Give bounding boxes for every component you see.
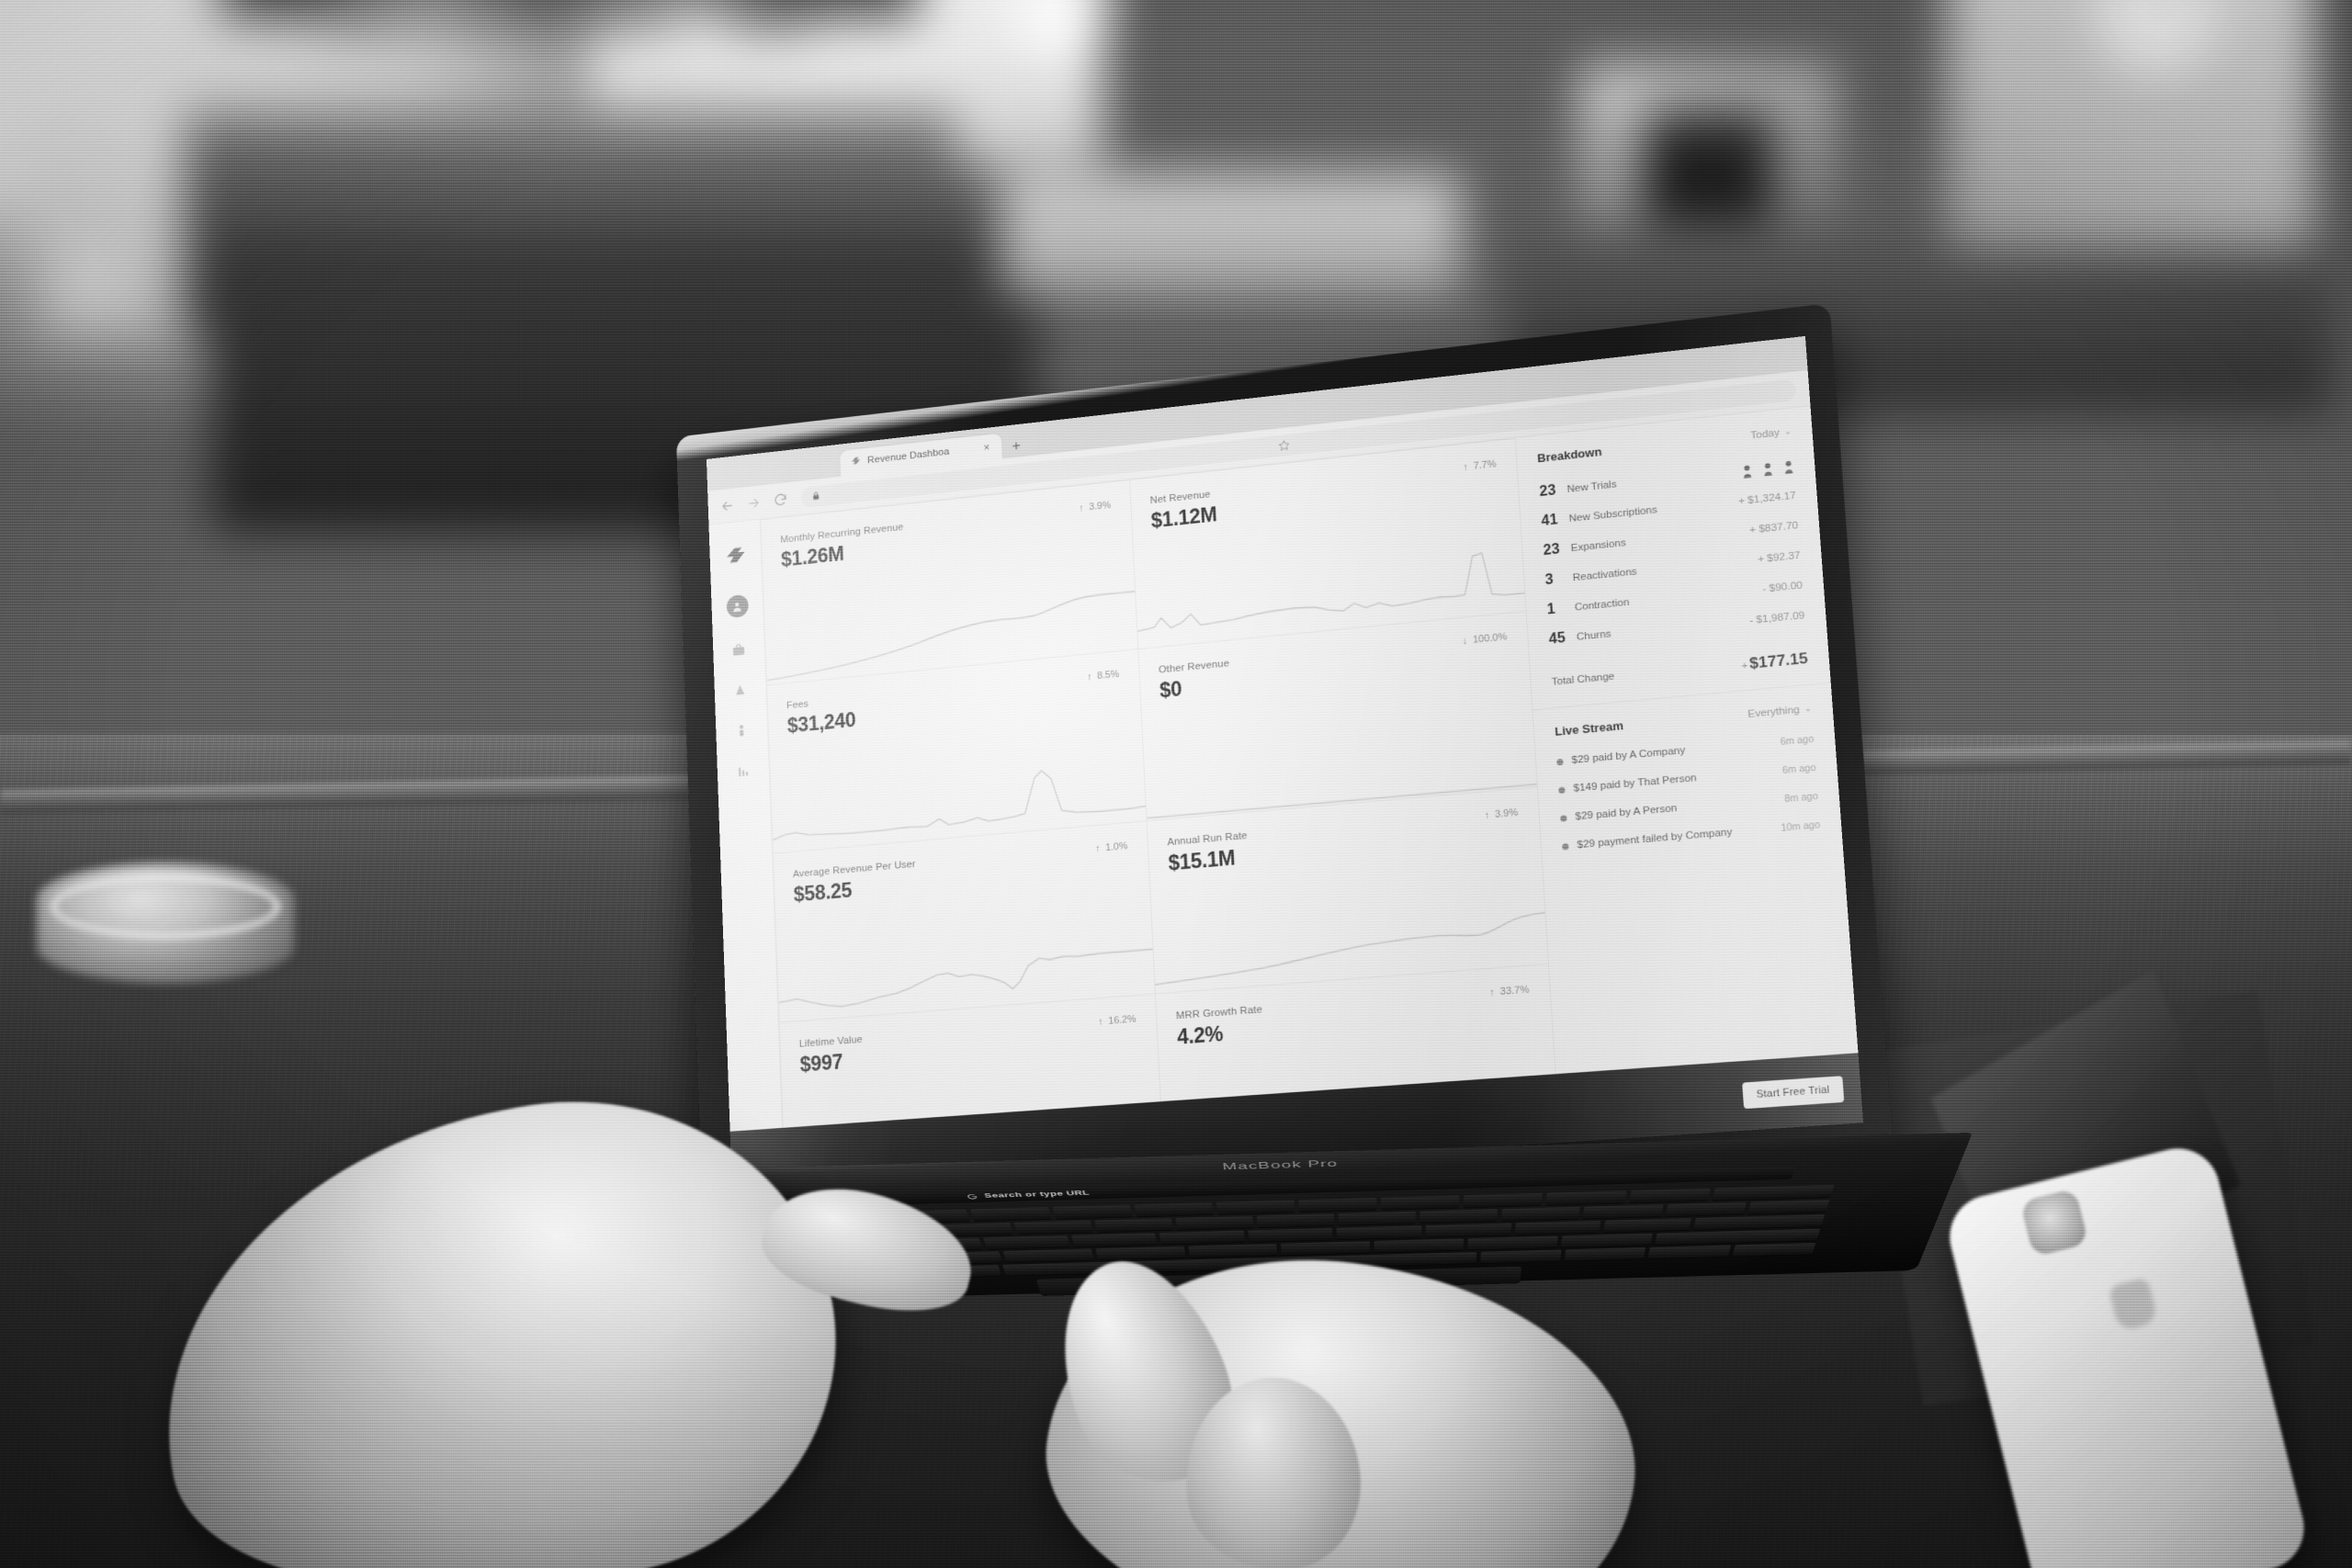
glass-rim xyxy=(51,874,280,939)
touch-bar-text: Search or type URL xyxy=(983,1189,1091,1200)
google-g-icon xyxy=(966,1193,978,1200)
photo-scene: Revenue Dashboa × + xyxy=(0,0,2352,1568)
macbook-pro: Revenue Dashboa × + xyxy=(605,303,1973,1303)
lid-reflection xyxy=(675,303,1894,1236)
